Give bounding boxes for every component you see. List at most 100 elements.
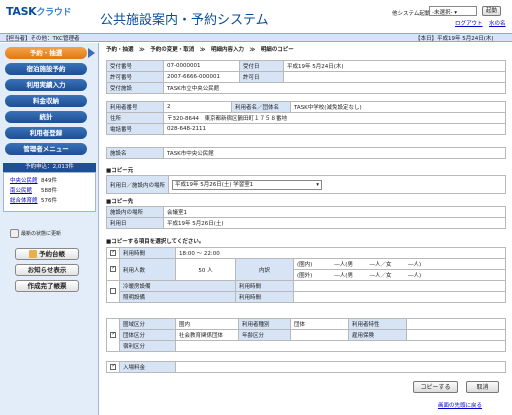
people-checkbox[interactable] [110, 266, 116, 273]
menu-reservation[interactable]: 予約・抽選 [5, 47, 87, 59]
facility-name-label: 施設名 [106, 147, 164, 159]
breadcrumb: 予約・抽選 ≫ 予約の変更・取消 ≫ 明細内容入力 ≫ 明細のコピー [106, 47, 294, 53]
permit-date-label: 許可日 [239, 71, 284, 83]
about-link[interactable]: 水の名 [489, 19, 506, 27]
address-label: 住所 [106, 112, 164, 124]
use-time-checkbox[interactable] [110, 249, 116, 256]
refresh-button[interactable]: 最新の状態に更新 [10, 229, 61, 238]
category-table: 圏域区分 圏内 利用者種別 団体 利用者特性 団体区分 社会教育関係団体 年齢区… [106, 318, 506, 352]
light-time-value [293, 291, 506, 303]
permit-no-label: 許可番号 [106, 71, 164, 83]
list-item[interactable]: 総合体育館 576件 [4, 196, 97, 205]
fee-value [175, 361, 506, 373]
launch-button[interactable]: 起動 [482, 6, 501, 16]
group-value: 社会教育関係団体 [175, 329, 239, 341]
receipt-date-label: 受付日 [239, 60, 284, 72]
notice-button[interactable]: お知らせ表示 [15, 264, 79, 276]
phone-value: 028-648-2111 [163, 123, 506, 135]
facility-value: TASK市立中央公民館 [163, 82, 506, 94]
back-to-top-link[interactable]: 画面の先頭に戻る [438, 401, 482, 409]
category-checkbox-cell[interactable] [106, 318, 120, 352]
employ-label: 雇用保険 [348, 329, 407, 341]
area-label: 圏域区分 [119, 318, 176, 330]
menu-lodging[interactable]: 宿泊施設予約 [5, 63, 87, 75]
user-table: 利用者番号 2 利用者名／団体名 TASK中学校(減免設定なし) 住所 〒320… [106, 101, 506, 135]
menu-stats[interactable]: 統計 [5, 111, 87, 123]
equipment-checkbox-cell[interactable] [106, 280, 120, 303]
user-no: 2 [163, 101, 232, 113]
copy-to-place-label: 施設内の場所 [106, 206, 164, 218]
list-item[interactable]: 中央公民館 849件 [4, 176, 97, 185]
cold-time-value [293, 280, 506, 292]
list-item[interactable]: 南公民館 588件 [4, 186, 97, 195]
user-name: TASK中学校(減免設定なし) [290, 101, 506, 113]
cancel-button[interactable]: 取消 [466, 381, 499, 393]
pending-list: 中央公民館 849件 南公民館 588件 総合体育館 576件 [3, 172, 96, 212]
user-no-label: 利用者番号 [106, 101, 164, 113]
receipt-date: 平成19年 5月24日(木) [283, 60, 506, 72]
people-checkbox-cell[interactable] [106, 258, 120, 281]
fee-table: 入場料金 [106, 361, 506, 373]
lodging-label: 宿利区分 [119, 340, 176, 352]
menu-admin[interactable]: 管理者メニュー [5, 143, 87, 155]
cold-time-label: 利用時間 [235, 280, 294, 292]
logo: TASKクラウド [6, 5, 72, 18]
employ-value [406, 329, 506, 341]
lodging-value [175, 340, 506, 352]
use-time-label: 利用時間 [119, 247, 176, 259]
copy-from-title: ■コピー元 [106, 168, 134, 174]
copy-to-place: 会議室1 [163, 206, 506, 218]
light-label: 照明設備 [119, 291, 236, 303]
active-arrow-icon [88, 48, 95, 58]
category-checkbox[interactable] [110, 331, 116, 338]
user-attr-label: 利用者特性 [348, 318, 407, 330]
fee-checkbox[interactable] [110, 363, 116, 370]
copy-to-date: 平成19年 5月26日(土) [163, 217, 506, 229]
facility-name-value: TASK市中央公民館 [163, 147, 506, 159]
logout-link[interactable]: ログアウト [455, 19, 483, 27]
report-button[interactable]: 作成完了帳票 [15, 280, 79, 292]
user-name-label: 利用者名／団体名 [231, 101, 291, 113]
receipt-no: 07-0000001 [163, 60, 240, 72]
age-value [290, 329, 349, 341]
group-label: 団体区分 [119, 329, 176, 341]
menu-user-register[interactable]: 利用者登録 [5, 127, 87, 139]
permit-no: 2007-6666-000001 [163, 71, 240, 83]
menu-fee[interactable]: 料金収納 [5, 95, 87, 107]
operator-label: 【担当者】その他：TKC管理者 [3, 36, 80, 42]
pending-title: 予約申込：2,013件 [3, 163, 96, 172]
user-type-label: 利用者種別 [238, 318, 291, 330]
select-items-title: ■コピーする項目を選択してください。 [106, 239, 205, 245]
use-time-checkbox-cell[interactable] [106, 247, 120, 259]
copy-to-title: ■コピー先 [106, 199, 134, 205]
copy-to-date-label: 利用日 [106, 217, 164, 229]
cold-label: 冷暖房設備 [119, 280, 236, 292]
refresh-icon [10, 229, 19, 238]
app-title: 公共施設案内・予約システム [100, 13, 269, 28]
people-label: 利用人数 [119, 258, 176, 281]
book-icon [29, 250, 37, 258]
equipment-checkbox[interactable] [110, 288, 116, 295]
breakdown-out: (圏外) ―人(男 ―人／女 ―人) [293, 269, 506, 281]
address-value: 〒320-8644 東京都新宿区鶴田町１７５８番地 [163, 112, 506, 124]
facility-name-table: 施設名 TASK市中央公民館 [106, 147, 506, 159]
system-select[interactable]: -未選択- ▾ [429, 6, 477, 16]
copy-from-cell: 平成19年 5月26日(土) 学習室1 ▾ [168, 175, 506, 194]
copy-from-select[interactable]: 平成19年 5月26日(土) 学習室1 ▾ [172, 179, 323, 190]
people-value: 50 人 [175, 258, 236, 281]
copy-from-table: 利用日／施設内の場所 平成19年 5月26日(土) 学習室1 ▾ [105, 175, 506, 194]
area-value: 圏内 [175, 318, 239, 330]
age-label: 年齢区分 [238, 329, 291, 341]
facility-label: 受付施設 [106, 82, 164, 94]
user-type-value: 団体 [290, 318, 349, 330]
breakdown-in: (圏内) ―人(男 ―人／女 ―人) [293, 258, 506, 270]
light-time-label: 利用時間 [235, 291, 294, 303]
reservation-ledger-button[interactable]: 予約台帳 [15, 248, 79, 260]
permit-date [283, 71, 506, 83]
copy-button[interactable]: コピーする [413, 381, 458, 393]
menu-usage-input[interactable]: 利用実績入力 [5, 79, 87, 91]
breakdown-label: 内訳 [235, 258, 294, 281]
fee-checkbox-cell[interactable] [106, 361, 120, 373]
copy-from-label: 利用日／施設内の場所 [105, 175, 170, 194]
user-attr-value [406, 318, 506, 330]
